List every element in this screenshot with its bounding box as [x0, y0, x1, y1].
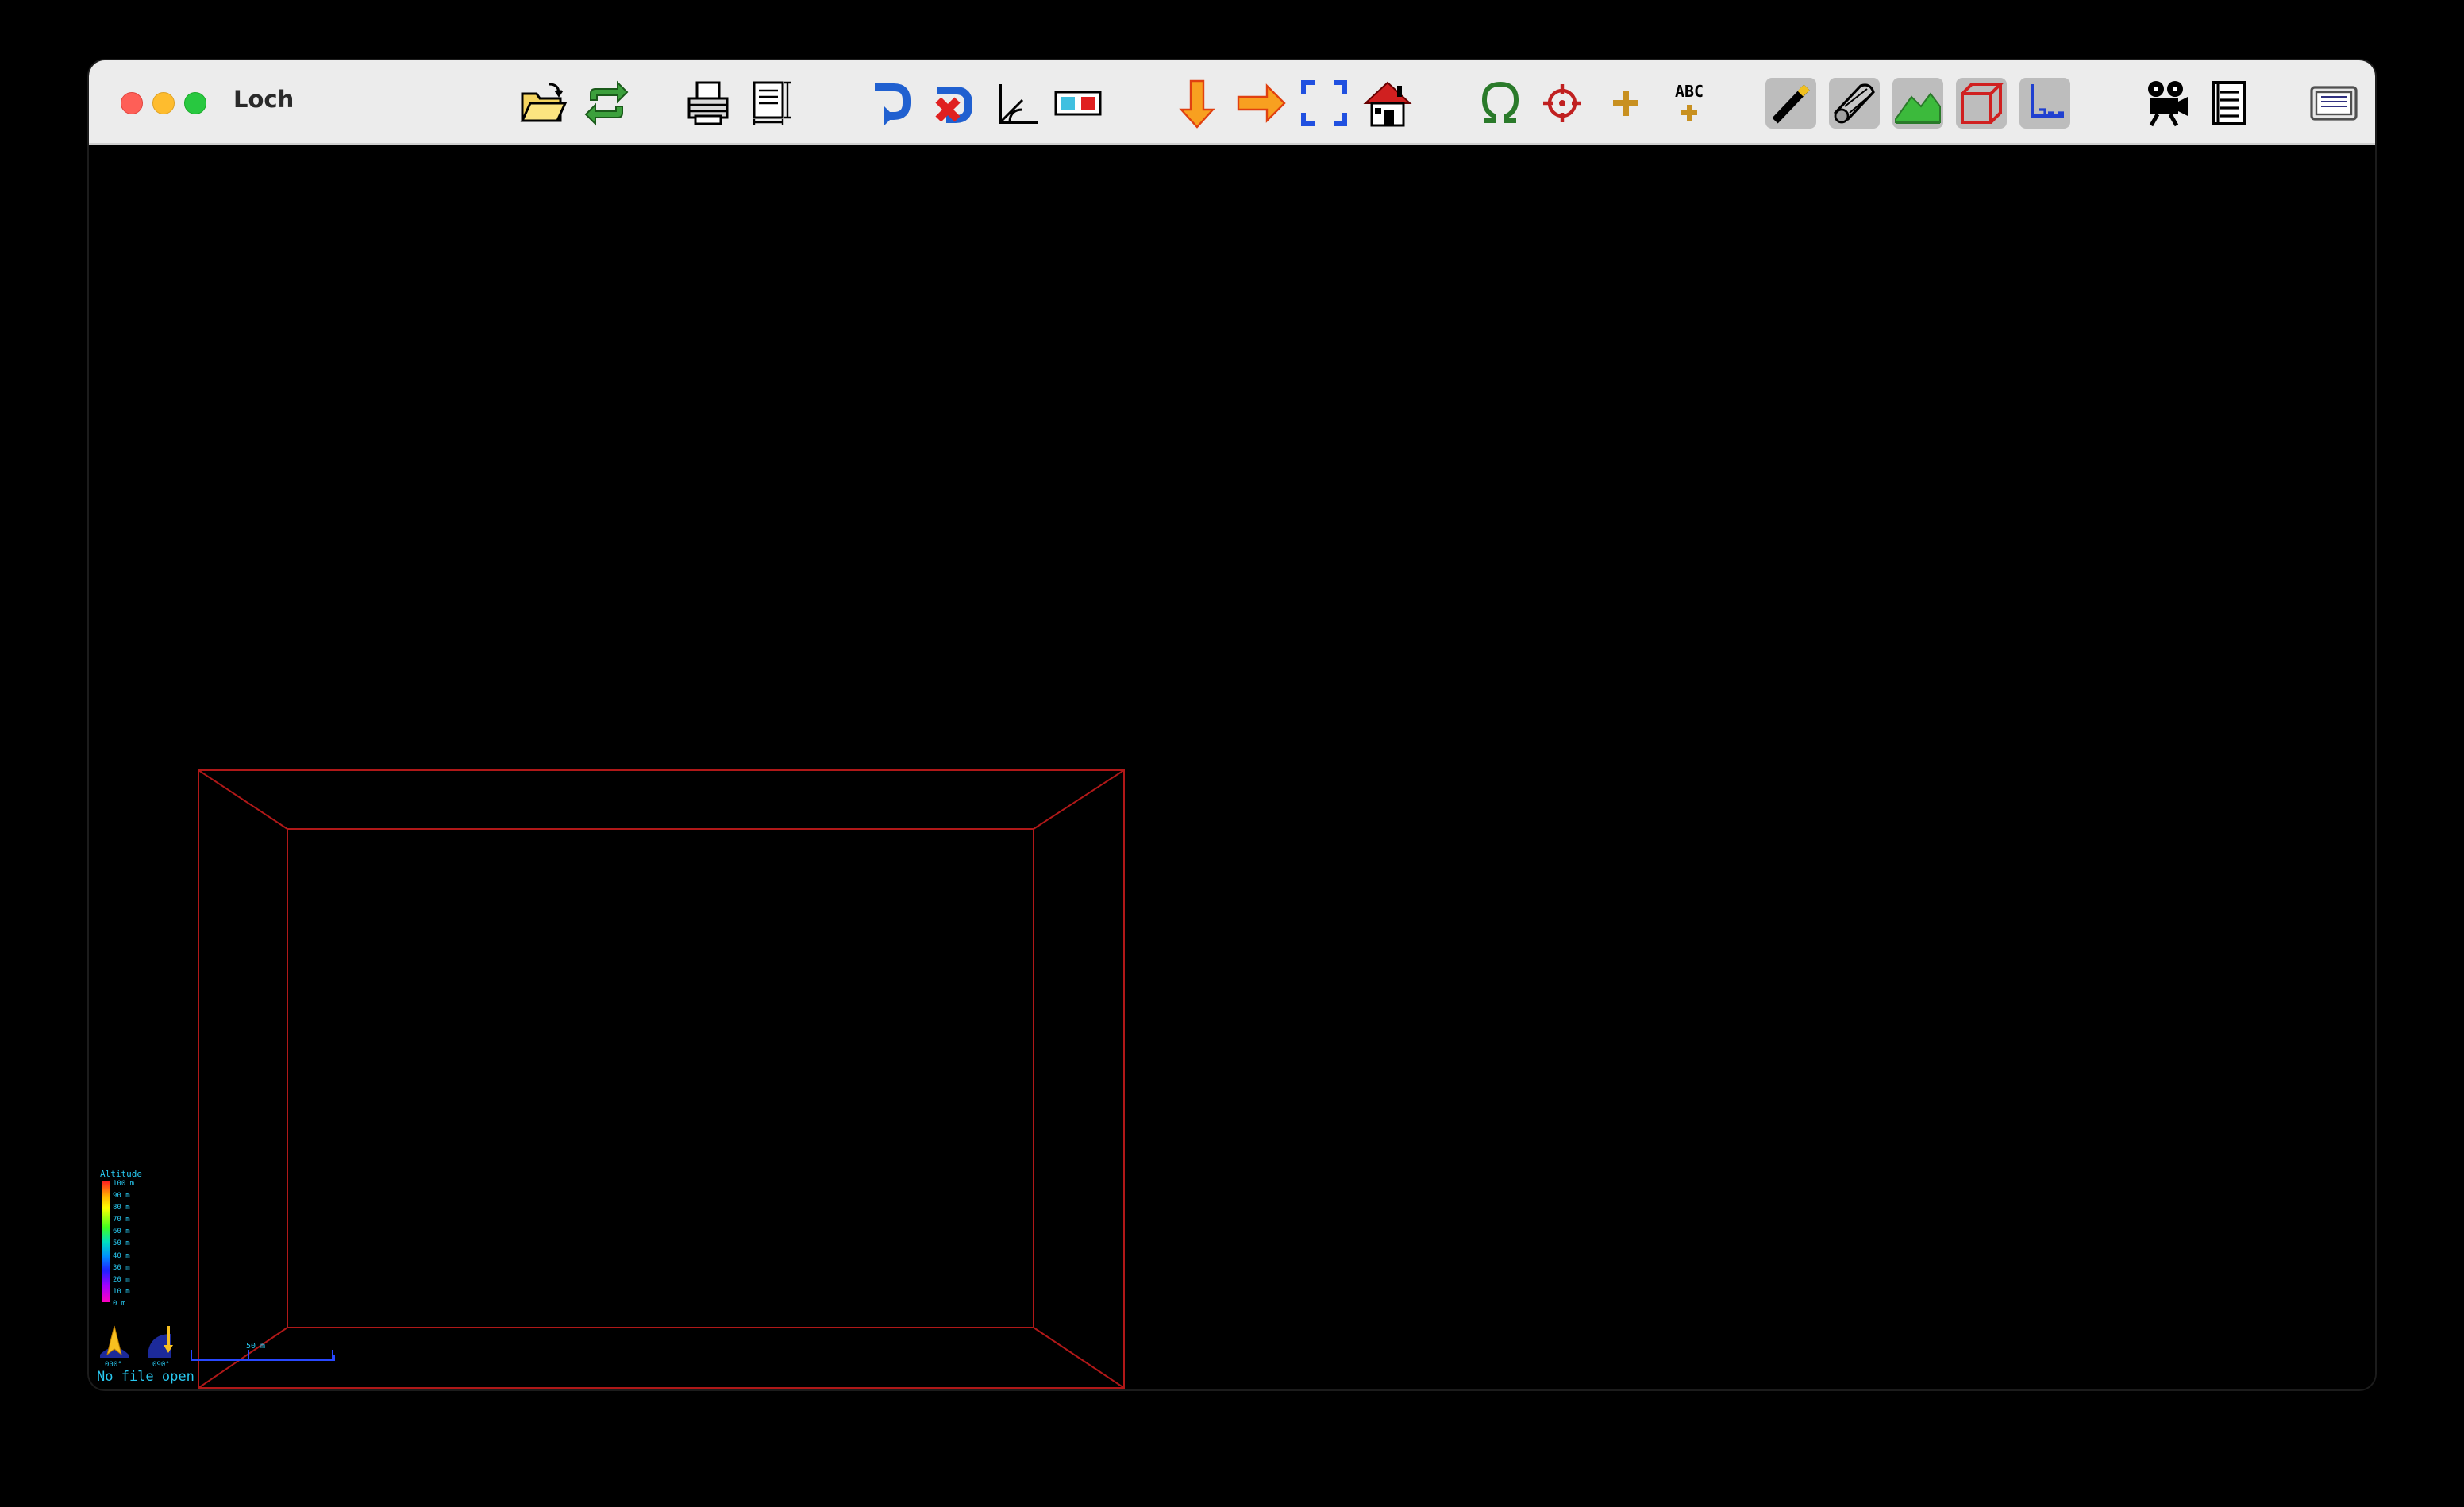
side-panel-icon — [2310, 86, 2358, 121]
undo-icon — [875, 83, 911, 125]
cancel-rotation-button[interactable] — [927, 78, 978, 129]
undo-button[interactable] — [865, 78, 916, 129]
stereo-button[interactable] — [1053, 78, 1103, 129]
legend-label: 20 m — [113, 1275, 130, 1284]
bounding-box-wireframe — [198, 769, 1125, 1389]
perspective-icon — [999, 84, 1038, 124]
legend-label: 30 m — [113, 1263, 130, 1272]
toggle-passages-button[interactable] — [1829, 78, 1880, 129]
legend-label: 80 m — [113, 1204, 130, 1212]
plan-view-button[interactable] — [1172, 78, 1222, 129]
perspective-button[interactable] — [991, 78, 1041, 129]
toggle-axes-button[interactable] — [2019, 78, 2070, 129]
show-entrances-button[interactable] — [1475, 78, 1526, 129]
svg-text:ABC: ABC — [1675, 82, 1704, 101]
home-icon — [1363, 81, 1412, 127]
altitude-color-bar — [102, 1181, 110, 1302]
minimize-window-button[interactable] — [152, 92, 175, 114]
print-button[interactable] — [683, 78, 733, 129]
legend-label: 40 m — [113, 1251, 130, 1260]
window-title: Loch — [233, 86, 295, 113]
entrances-omega-icon — [1481, 81, 1519, 123]
compass-bearing-label: 000° — [105, 1361, 122, 1369]
fixed-points-icon — [1543, 84, 1581, 122]
clino-icon[interactable] — [144, 1323, 179, 1361]
reload-button[interactable] — [581, 78, 632, 129]
open-folder-icon — [520, 83, 568, 122]
legend-label: 0 m — [113, 1299, 126, 1308]
altitude-legend-labels: 100 m 90 m 80 m 70 m 60 m 50 m 40 m 30 m… — [113, 1178, 134, 1310]
zoom-window-button[interactable] — [184, 92, 206, 114]
status-text: No file open — [97, 1369, 194, 1385]
reload-icon — [584, 80, 629, 126]
axes-icon — [2031, 84, 2064, 118]
passages-tube-icon — [1834, 83, 1875, 124]
show-names-button[interactable]: ABC — [1664, 78, 1715, 129]
centreline-icon — [1772, 84, 1810, 124]
print-icon — [687, 81, 729, 125]
legend-label: 60 m — [113, 1228, 130, 1236]
show-fixed-points-button[interactable] — [1537, 78, 1588, 129]
film-projector-icon — [2148, 81, 2188, 127]
toggle-bounding-box-button[interactable] — [1956, 78, 2007, 129]
3d-glasses-icon — [1054, 91, 1102, 116]
home-view-button[interactable] — [1362, 78, 1413, 129]
side-panel-button[interactable] — [2308, 78, 2359, 129]
elevation-view-icon — [1237, 83, 1286, 123]
bounding-box-icon — [1961, 83, 2004, 124]
cave-3d-viewport[interactable]: Altitude 100 m 90 m 80 m 70 m 60 m 50 m … — [89, 145, 2375, 1389]
toggle-centreline-button[interactable] — [1765, 78, 1816, 129]
names-abc-icon: ABC — [1675, 82, 1704, 121]
legend-label: 100 m — [113, 1180, 135, 1188]
info-document-icon — [2212, 81, 2246, 125]
scale-bar — [191, 1350, 335, 1361]
zoom-fit-button[interactable] — [1299, 78, 1349, 129]
plan-view-icon — [1179, 79, 1215, 129]
title-toolbar-bar: Loch ABC — [89, 60, 2375, 145]
info-button[interactable] — [2204, 78, 2254, 129]
cancel-rotation-icon — [935, 87, 972, 123]
zoom-fit-icon — [1301, 80, 1347, 126]
presentation-button[interactable] — [2142, 78, 2193, 129]
page-setup-icon — [753, 81, 791, 125]
page-setup-button[interactable] — [746, 78, 797, 129]
stations-plus-icon — [1613, 91, 1638, 116]
legend-label: 50 m — [113, 1239, 130, 1248]
legend-label: 90 m — [113, 1192, 130, 1201]
surface-terrain-icon — [1895, 92, 1941, 124]
legend-label: 10 m — [113, 1287, 130, 1296]
open-file-button[interactable] — [518, 78, 568, 129]
show-stations-button[interactable] — [1600, 78, 1651, 129]
toggle-surface-button[interactable] — [1892, 78, 1943, 129]
app-window: Loch ABC Altitude 100 m 90 m 80 m 70 m 6… — [89, 60, 2375, 1389]
clino-tilt-label: 090° — [152, 1361, 170, 1369]
close-window-button[interactable] — [121, 92, 143, 114]
compass-icon[interactable] — [97, 1323, 132, 1361]
legend-label: 70 m — [113, 1216, 130, 1224]
elevation-view-button[interactable] — [1235, 78, 1286, 129]
